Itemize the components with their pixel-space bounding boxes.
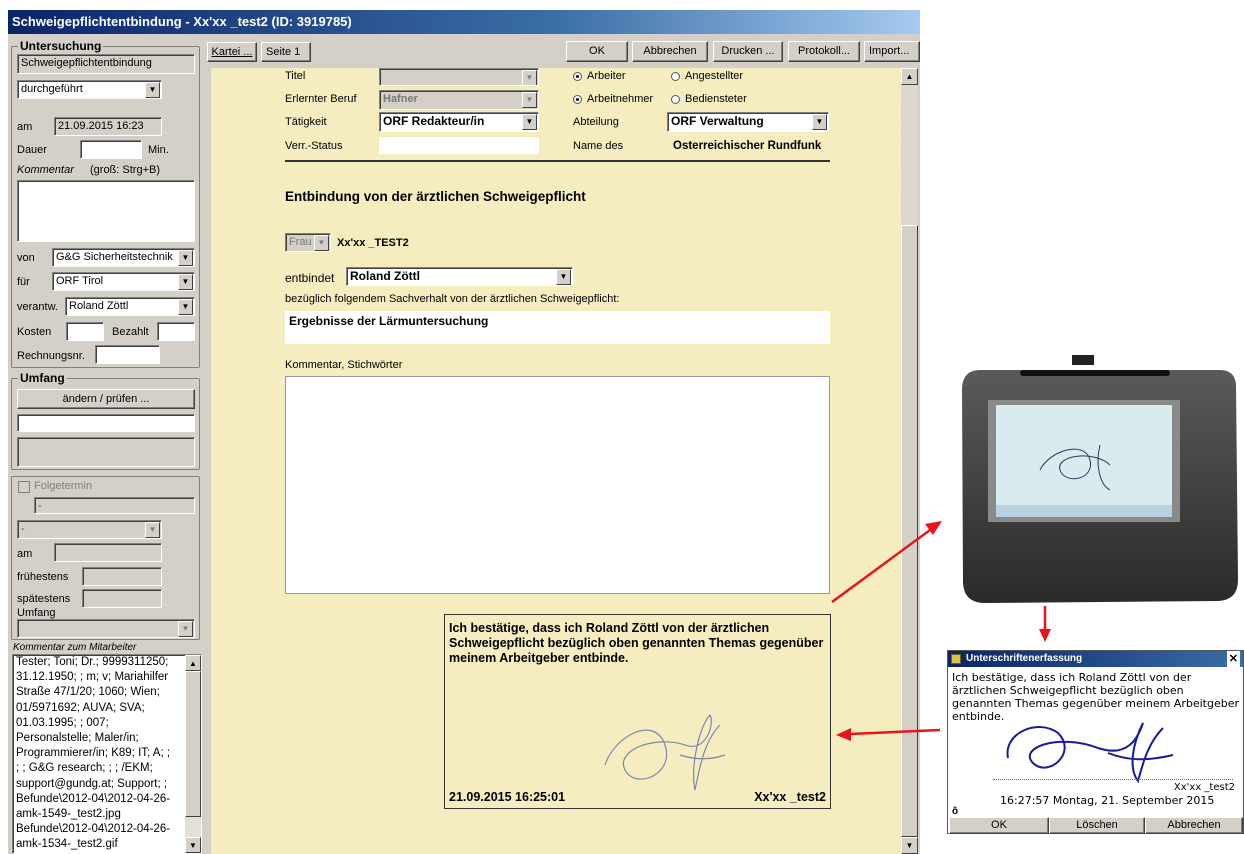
app-icon — [951, 654, 961, 664]
dialog-ok-button[interactable]: OK — [949, 817, 1049, 834]
signature-line — [993, 779, 1233, 780]
pen-icon: ô — [952, 806, 959, 817]
dialog-title: Unterschriftenerfassung — [966, 653, 1083, 664]
dialog-datetime: 16:27:57 Montag, 21. September 2015 — [1000, 794, 1215, 807]
dialog-loeschen-button[interactable]: Löschen — [1049, 817, 1145, 834]
dialog-signer: Xx'xx _test2 — [1173, 782, 1235, 793]
signature-capture-dialog: Unterschriftenerfassung ✕ Ich bestätige,… — [947, 650, 1244, 834]
dialog-signature — [1006, 722, 1174, 783]
close-icon[interactable]: ✕ — [1226, 651, 1240, 667]
dialog-abbrechen-button[interactable]: Abbrechen — [1145, 817, 1243, 834]
dialog-titlebar: Unterschriftenerfassung ✕ — [948, 651, 1243, 667]
